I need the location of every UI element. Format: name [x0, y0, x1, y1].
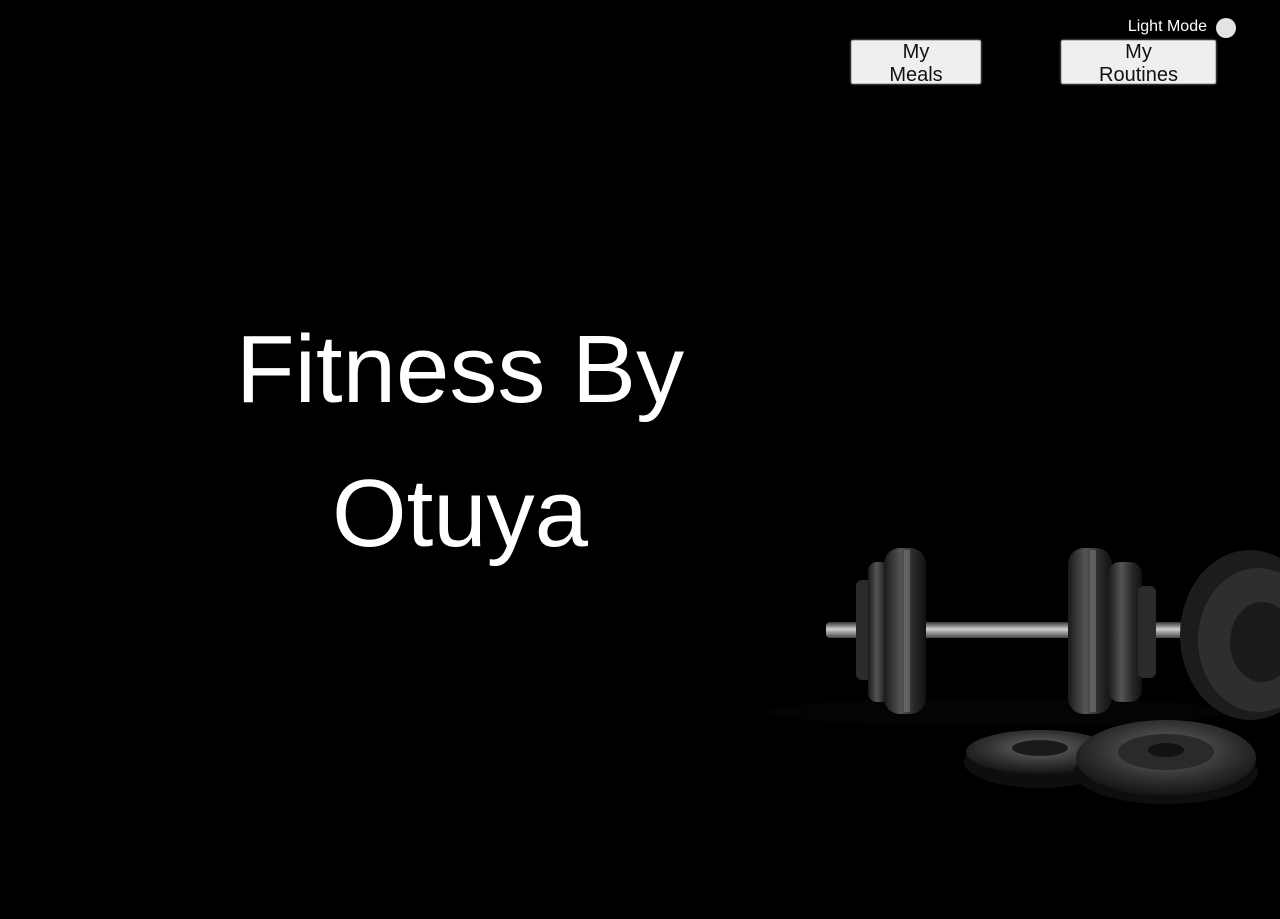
hero-title: Fitness By Otuya	[235, 316, 685, 567]
page: Light Mode My Meals My Routines Fitness …	[0, 0, 1280, 919]
light-mode-label: Light Mode	[1127, 18, 1207, 35]
light-mode-toggle[interactable]: Light Mode	[1128, 16, 1236, 38]
my-routines-button[interactable]: My Routines	[1061, 40, 1216, 86]
my-meals-button[interactable]: My Meals	[851, 40, 981, 86]
toggle-knob-icon[interactable]	[1216, 18, 1236, 38]
